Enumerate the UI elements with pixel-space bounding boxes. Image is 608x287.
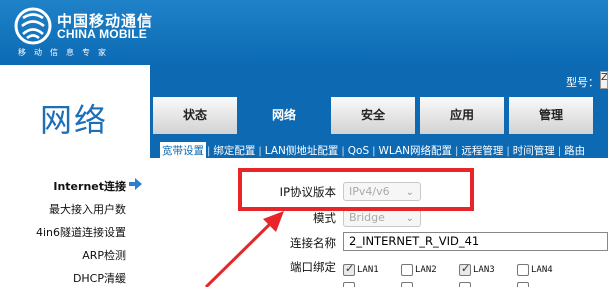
lan4-checkbox[interactable]: LAN4 [517, 259, 553, 276]
sub-tab-bar: 宽带设置 | 绑定配置 | LAN侧地址配置 | QoS | WLAN网络配置 | 远程管理 | 时间管… [160, 139, 587, 160]
separator: | [207, 146, 211, 157]
checkbox-checked-icon[interactable] [343, 262, 355, 276]
lan3-label: LAN3 [473, 264, 495, 275]
conn-name-input[interactable]: 2_INTERNET_R_VID_41 [343, 232, 608, 251]
mode-label: 模式 [313, 211, 336, 225]
subtab-wlan[interactable]: WLAN网络配置 [377, 142, 455, 160]
tab-status[interactable]: 状态 [153, 97, 237, 134]
checkbox-icon[interactable] [459, 282, 471, 287]
checkbox-icon[interactable] [517, 282, 529, 287]
separator: | [341, 146, 345, 157]
separator: | [372, 146, 376, 157]
left-menu-internet-connection[interactable]: Internet连接 [53, 178, 126, 194]
tab-apps[interactable]: 应用 [420, 97, 504, 134]
checkbox-icon[interactable] [343, 282, 355, 287]
checkbox-icon[interactable] [517, 263, 529, 276]
tab-management[interactable]: 管理 [509, 97, 593, 134]
subtab-qos[interactable]: QoS [346, 142, 371, 160]
lan1-label: LAN1 [357, 264, 379, 275]
left-menu-dhcp-clear[interactable]: DHCP清缓 [73, 270, 126, 286]
highlight-box [238, 168, 474, 211]
subtab-time-management[interactable]: 时间管理 [511, 142, 557, 160]
left-menu-arp-detect[interactable]: ARP检测 [82, 247, 126, 263]
checkbox-checked-icon[interactable] [459, 262, 471, 276]
arrow-right-icon [129, 178, 142, 190]
lan1-checkbox[interactable]: LAN1 [343, 259, 379, 276]
separator: | [557, 146, 562, 157]
model-label: 型号： [566, 76, 599, 89]
brand-slogan: 移动信息专家 [18, 48, 114, 57]
subtab-broadband[interactable]: 宽带设置 [160, 142, 206, 160]
model-value: Z [600, 71, 608, 89]
left-menu-4in6-tunnel[interactable]: 4in6隧道连接设置 [36, 224, 126, 240]
checkbox-icon[interactable] [401, 263, 413, 276]
china-mobile-logo-icon [14, 7, 52, 45]
port-binding-label: 端口绑定 [290, 260, 336, 274]
checkbox-icon[interactable] [401, 282, 413, 287]
tab-network[interactable]: 网络 [242, 97, 326, 134]
tab-security[interactable]: 安全 [331, 97, 415, 134]
lan2-checkbox[interactable]: LAN2 [401, 259, 437, 276]
separator: | [258, 146, 262, 157]
subtab-routing[interactable]: 路由 [562, 142, 587, 160]
subtab-binding[interactable]: 绑定配置 [211, 142, 257, 160]
lan3-checkbox[interactable]: LAN3 [459, 259, 495, 276]
top-header: 中国移动通信 CHINA MOBILE 移动信息专家 [0, 0, 608, 65]
separator: | [455, 146, 459, 157]
lan4-label: LAN4 [531, 264, 553, 275]
chevron-down-icon: ⌄ [405, 213, 414, 224]
left-menu-max-users[interactable]: 最大接入用户数 [49, 201, 126, 217]
section-title: 网络 [40, 101, 109, 139]
brand-name-en: CHINA MOBILE [57, 27, 147, 41]
separator: | [506, 146, 510, 157]
conn-name-label: 连接名称 [290, 236, 336, 250]
subtab-lan-address[interactable]: LAN侧地址配置 [263, 142, 341, 160]
mode-value: Bridge [349, 211, 385, 224]
subtab-remote-management[interactable]: 远程管理 [459, 142, 505, 160]
lan2-label: LAN2 [415, 264, 437, 275]
